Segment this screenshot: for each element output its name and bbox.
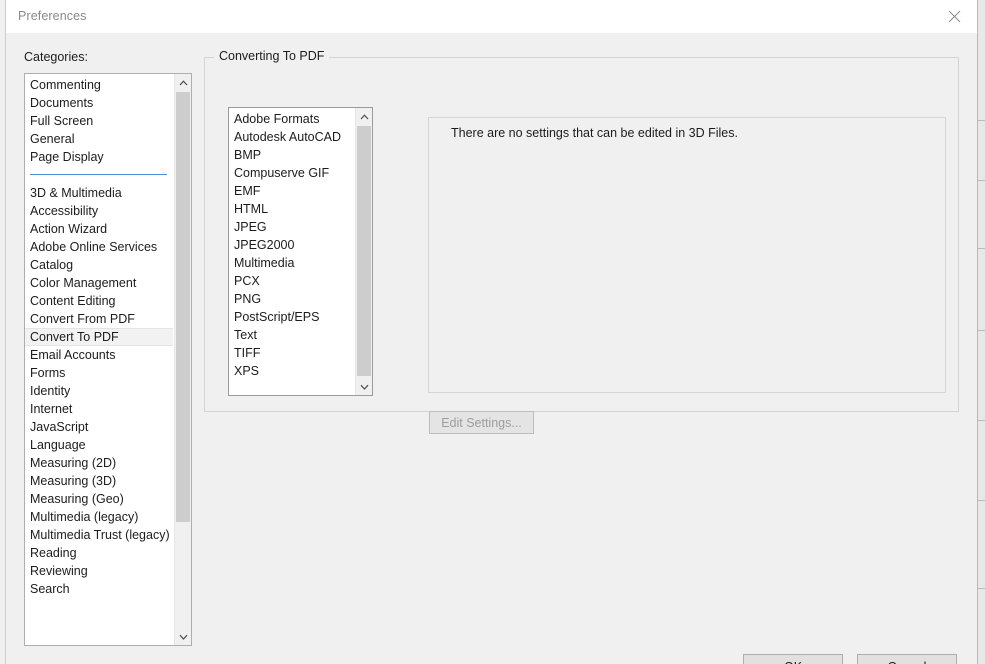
sidebar-item[interactable]: Color Management (25, 274, 173, 292)
sidebar-item[interactable]: Accessibility (25, 202, 173, 220)
sidebar-item[interactable]: Reading (25, 544, 173, 562)
format-list-item[interactable]: PNG (229, 290, 355, 308)
chevron-down-icon[interactable] (356, 378, 372, 395)
sidebar-item[interactable]: Language (25, 436, 173, 454)
sidebar-item[interactable]: Commenting (25, 76, 173, 94)
sidebar-item[interactable]: Measuring (2D) (25, 454, 173, 472)
sidebar-separator (25, 166, 173, 184)
groupbox-legend: Converting To PDF (214, 49, 330, 63)
window-title: Preferences (18, 9, 87, 23)
sidebar-item[interactable]: Full Screen (25, 112, 173, 130)
format-list-item[interactable]: Text (229, 326, 355, 344)
ok-button[interactable]: OK (743, 654, 843, 664)
sidebar-item[interactable]: Convert From PDF (25, 310, 173, 328)
settings-message: There are no settings that can be edited… (451, 126, 738, 140)
categories-listbox[interactable]: Commenting Documents Full Screen General Pag… (24, 73, 192, 646)
close-icon[interactable] (931, 0, 977, 32)
format-list-item[interactable]: PostScript/EPS (229, 308, 355, 326)
sidebar-item[interactable]: General (25, 130, 173, 148)
cancel-button[interactable]: Cancel (857, 654, 957, 664)
sidebar-item-selected[interactable]: Convert To PDF (25, 328, 173, 346)
format-list-item[interactable]: XPS (229, 362, 355, 380)
sidebar-item[interactable]: Internet (25, 400, 173, 418)
sidebar-item[interactable]: Adobe Online Services (25, 238, 173, 256)
title-bar: Preferences (6, 0, 977, 33)
sidebar-item[interactable]: Page Display (25, 148, 173, 166)
sidebar-item[interactable]: Catalog (25, 256, 173, 274)
chevron-up-icon[interactable] (175, 74, 191, 91)
sidebar-item[interactable]: Content Editing (25, 292, 173, 310)
sidebar-item[interactable]: Measuring (Geo) (25, 490, 173, 508)
categories-label: Categories: (24, 50, 88, 64)
format-list-item[interactable]: TIFF (229, 344, 355, 362)
sidebar-item[interactable]: Forms (25, 364, 173, 382)
dialog-body: Categories: Commenting Documents Full Scre… (6, 33, 977, 664)
format-list-item[interactable]: Adobe Formats (229, 110, 355, 128)
chevron-up-icon[interactable] (356, 108, 372, 125)
document-edge-right (977, 0, 985, 664)
sidebar-item[interactable]: Multimedia Trust (legacy) (25, 526, 173, 544)
format-list-item[interactable]: Autodesk AutoCAD (229, 128, 355, 146)
chevron-down-icon[interactable] (175, 628, 191, 645)
sidebar-item[interactable]: JavaScript (25, 418, 173, 436)
formats-listbox[interactable]: Adobe Formats Autodesk AutoCAD BMP Compuser… (228, 107, 373, 396)
sidebar-item[interactable]: Multimedia (legacy) (25, 508, 173, 526)
categories-scrollbar[interactable] (174, 74, 191, 645)
sidebar-item[interactable]: Documents (25, 94, 173, 112)
formats-scrollbar[interactable] (355, 108, 372, 395)
format-list-item[interactable]: EMF (229, 182, 355, 200)
sidebar-item[interactable]: Action Wizard (25, 220, 173, 238)
preferences-dialog: Preferences Categories: Commenting Docume… (0, 0, 985, 664)
sidebar-item[interactable]: 3D & Multimedia (25, 184, 173, 202)
format-list-item[interactable]: HTML (229, 200, 355, 218)
sidebar-item[interactable]: Reviewing (25, 562, 173, 580)
edit-settings-button[interactable]: Edit Settings... (429, 411, 534, 434)
settings-panel: There are no settings that can be edited… (428, 117, 946, 393)
sidebar-item[interactable]: Email Accounts (25, 346, 173, 364)
sidebar-item[interactable]: Search (25, 580, 173, 598)
formats-scrollbar-thumb[interactable] (357, 126, 371, 376)
sidebar-item[interactable]: Identity (25, 382, 173, 400)
sidebar-item[interactable]: Measuring (3D) (25, 472, 173, 490)
categories-scrollbar-thumb[interactable] (176, 92, 190, 522)
format-list-item[interactable]: Multimedia (229, 254, 355, 272)
format-list-item[interactable]: JPEG2000 (229, 236, 355, 254)
format-list-item[interactable]: JPEG (229, 218, 355, 236)
format-list-item[interactable]: PCX (229, 272, 355, 290)
format-list-item[interactable]: Compuserve GIF (229, 164, 355, 182)
format-list-item[interactable]: BMP (229, 146, 355, 164)
